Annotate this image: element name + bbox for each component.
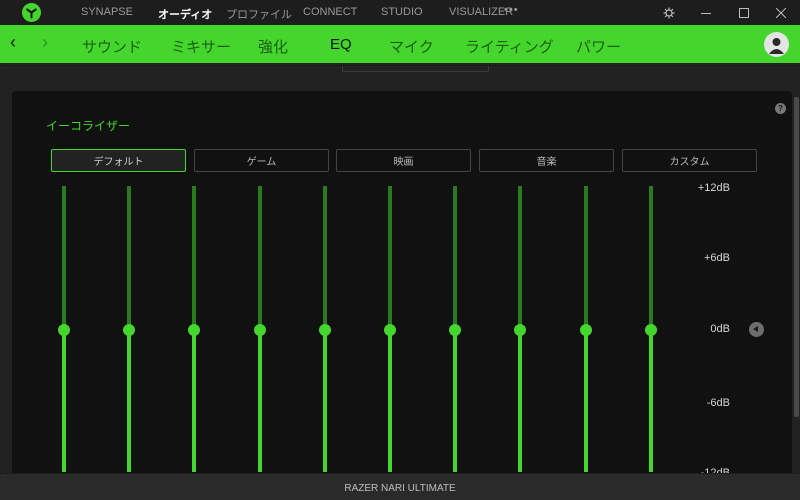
tab-mic[interactable]: マイク <box>389 36 434 57</box>
eq-band-slider[interactable] <box>513 186 527 472</box>
preset-game-button[interactable]: ゲーム <box>194 149 329 172</box>
section-indicator <box>342 66 489 72</box>
eq-band-slider[interactable] <box>448 186 462 472</box>
help-icon[interactable]: ? <box>775 103 786 114</box>
slider-track-lower <box>192 330 196 472</box>
gear-icon <box>663 7 675 18</box>
tab-mixer[interactable]: ミキサー <box>171 36 231 57</box>
top-nav-connect[interactable]: CONNECT <box>303 6 357 18</box>
title-bar: SYNAPSE オーディオ プロファイル CONNECT STUDIO VISU… <box>0 0 800 25</box>
preset-default-button[interactable]: デフォルト <box>51 149 186 172</box>
slider-track-lower <box>518 330 522 472</box>
razer-synapse-window: SYNAPSE オーディオ プロファイル CONNECT STUDIO VISU… <box>0 0 800 500</box>
slider-thumb[interactable] <box>319 324 331 336</box>
eq-band-slider[interactable] <box>253 186 267 472</box>
user-avatar[interactable] <box>764 32 789 57</box>
forward-arrow-icon[interactable]: › <box>42 32 48 53</box>
slider-track-lower <box>584 330 588 472</box>
slider-thumb[interactable] <box>580 324 592 336</box>
scale-label-plus6: +6dB <box>704 252 730 264</box>
scale-label-minus6: -6dB <box>706 397 730 409</box>
equalizer-title: イーコライザー <box>46 119 131 133</box>
slider-thumb[interactable] <box>254 324 266 336</box>
eq-band-slider[interactable] <box>383 186 397 472</box>
top-nav-profile[interactable]: プロファイル <box>226 6 292 22</box>
back-arrow-icon[interactable]: ‹ <box>10 32 16 53</box>
slider-track-upper <box>258 186 262 330</box>
slider-track-lower <box>453 330 457 472</box>
preset-movie-button[interactable]: 映画 <box>336 149 471 172</box>
tab-lighting[interactable]: ライティング <box>465 36 554 57</box>
slider-track-lower <box>62 330 66 472</box>
close-button[interactable] <box>766 0 796 25</box>
collapse-arrow-button[interactable] <box>749 322 764 337</box>
eq-band-slider[interactable] <box>187 186 201 472</box>
slider-thumb[interactable] <box>514 324 526 336</box>
slider-track-upper <box>62 186 66 330</box>
user-icon <box>769 38 784 54</box>
slider-track-lower <box>127 330 131 472</box>
slider-track-upper <box>192 186 196 330</box>
slider-track-upper <box>323 186 327 330</box>
preset-custom-button[interactable]: カスタム <box>622 149 757 172</box>
slider-track-lower <box>258 330 262 472</box>
eq-band-slider[interactable] <box>644 186 658 472</box>
scale-label-0: 0dB <box>710 323 730 335</box>
settings-button[interactable] <box>654 0 684 25</box>
maximize-button[interactable] <box>729 0 759 25</box>
top-nav-audio[interactable]: オーディオ <box>158 6 212 22</box>
slider-thumb[interactable] <box>449 324 461 336</box>
more-menu-button[interactable]: ••• <box>504 4 519 16</box>
slider-track-lower <box>388 330 392 472</box>
tab-power[interactable]: パワー <box>576 36 621 57</box>
eq-band-slider[interactable] <box>579 186 593 472</box>
slider-thumb[interactable] <box>123 324 135 336</box>
slider-thumb[interactable] <box>188 324 200 336</box>
tab-sound[interactable]: サウンド <box>82 36 142 57</box>
sub-nav: ‹ › サウンド ミキサー 強化 EQ マイク ライティング パワー <box>0 25 800 63</box>
slider-track-lower <box>323 330 327 472</box>
slider-track-upper <box>127 186 131 330</box>
tab-enhancement[interactable]: 強化 <box>258 36 288 57</box>
slider-track-upper <box>388 186 392 330</box>
slider-track-upper <box>518 186 522 330</box>
maximize-icon <box>739 7 749 18</box>
minimize-icon <box>701 12 711 14</box>
device-name: RAZER NARI ULTIMATE <box>344 483 456 494</box>
slider-thumb[interactable] <box>58 324 70 336</box>
preset-music-button[interactable]: 音楽 <box>479 149 614 172</box>
top-nav-studio[interactable]: STUDIO <box>381 6 423 18</box>
slider-track-upper <box>584 186 588 330</box>
slider-track-lower <box>649 330 653 472</box>
scale-label-plus12: +12dB <box>697 182 730 194</box>
eq-band-slider[interactable] <box>122 186 136 472</box>
footer-bar: RAZER NARI ULTIMATE <box>0 473 800 500</box>
minimize-button[interactable] <box>691 0 721 25</box>
slider-track-upper <box>453 186 457 330</box>
scrollbar[interactable] <box>794 97 799 417</box>
slider-track-upper <box>649 186 653 330</box>
slider-thumb[interactable] <box>384 324 396 336</box>
slider-thumb[interactable] <box>645 324 657 336</box>
razer-logo-icon <box>22 3 41 22</box>
tab-eq[interactable]: EQ <box>330 36 352 53</box>
close-icon <box>776 7 786 18</box>
top-nav-synapse[interactable]: SYNAPSE <box>81 6 133 18</box>
eq-band-slider[interactable] <box>57 186 71 472</box>
eq-band-slider[interactable] <box>318 186 332 472</box>
